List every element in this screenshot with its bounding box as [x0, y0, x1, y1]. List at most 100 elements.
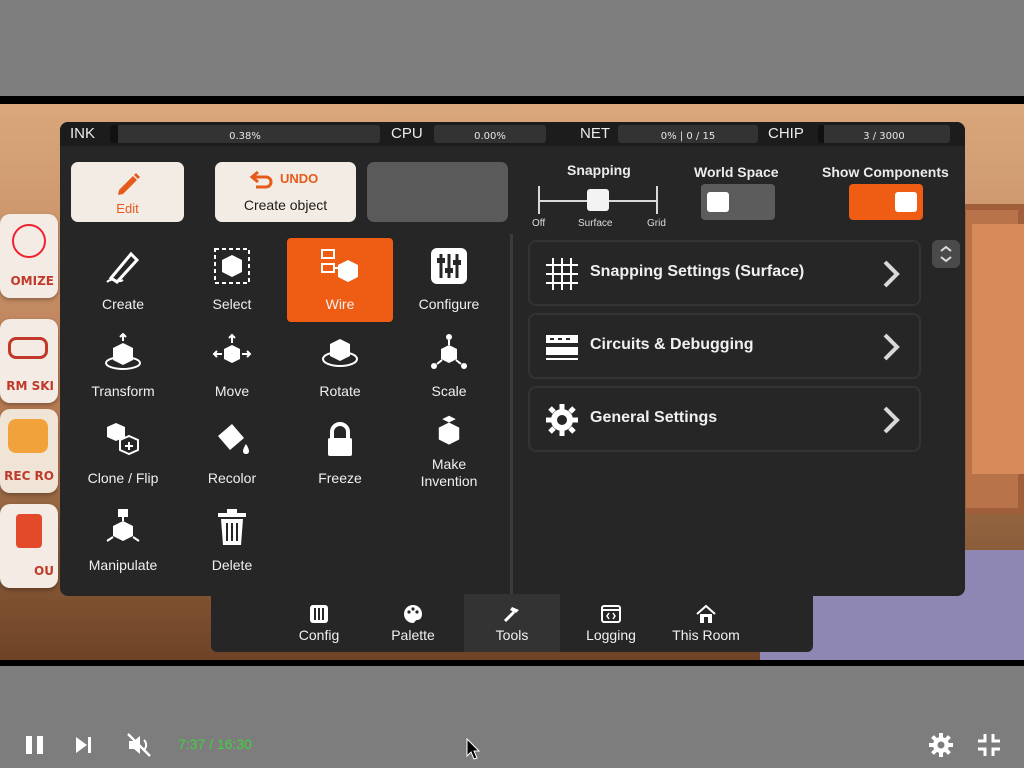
- tool-label: Wire: [325, 296, 355, 312]
- tool-clone-flip[interactable]: Clone / Flip: [70, 412, 176, 496]
- mouse-cursor-icon: [466, 738, 480, 760]
- paint-bucket-icon: [218, 424, 249, 454]
- tool-label: Select: [212, 296, 252, 312]
- maker-pen-panel: INK 0.38% CPU 0.00% NET 0% | 0 / 15 CHIP: [60, 122, 965, 596]
- tool-label: Freeze: [318, 470, 362, 486]
- sliders-icon: [431, 248, 467, 284]
- bottom-tab-bar: Config Palette Tools Logging This Room: [211, 594, 813, 652]
- tool-select[interactable]: Select: [179, 238, 285, 322]
- panel-divider: [510, 234, 513, 594]
- ink-label: INK: [70, 125, 96, 142]
- game-scene: OMIZE RM SKI REC RO OU INK 0.38% CPU 0.0…: [0, 104, 1024, 660]
- exit-fullscreen-icon[interactable]: [974, 730, 1004, 760]
- settings-gear-icon[interactable]: [926, 730, 956, 760]
- tool-delete[interactable]: Delete: [179, 499, 285, 583]
- snapping-option-grid[interactable]: Grid: [647, 218, 666, 229]
- tool-freeze[interactable]: Freeze: [287, 412, 393, 496]
- tab-config[interactable]: Config: [271, 594, 367, 652]
- chevron-right-icon: [883, 260, 900, 288]
- snapping-slider-knob[interactable]: [587, 189, 609, 211]
- tool-label: Make Invention: [420, 456, 478, 489]
- time-display: 7:37 / 16:30: [178, 736, 252, 752]
- tool-label: Transform: [91, 383, 155, 399]
- tab-tools[interactable]: Tools: [464, 594, 560, 652]
- chip-label: CHIP: [768, 125, 804, 142]
- tool-recolor[interactable]: Recolor: [179, 412, 285, 496]
- undo-label: UNDO: [280, 171, 319, 186]
- circuits-debugging-row[interactable]: Circuits & Debugging: [528, 313, 921, 379]
- gear-icon: [546, 404, 578, 436]
- toggle-knob: [895, 192, 917, 212]
- tab-logging[interactable]: Logging: [563, 594, 659, 652]
- world-space-toggle[interactable]: [701, 184, 775, 220]
- snapping-settings-row[interactable]: Snapping Settings (Surface): [528, 240, 921, 306]
- player-controls: 7:37 / 16:30: [0, 666, 1024, 768]
- undo-description: Create object: [243, 197, 328, 213]
- tool-manipulate[interactable]: Manipulate: [70, 499, 176, 583]
- tool-wire[interactable]: Wire: [287, 238, 393, 322]
- setting-label: Circuits & Debugging: [590, 336, 754, 353]
- tool-scale[interactable]: Scale: [396, 325, 502, 409]
- palette-icon: [404, 605, 422, 623]
- edit-button[interactable]: Edit: [71, 162, 184, 222]
- ink-value: 0.38%: [229, 131, 261, 142]
- edit-button-label: Edit: [116, 201, 139, 216]
- pause-icon[interactable]: [20, 730, 50, 760]
- wall-board: [960, 204, 1024, 514]
- side-card-rec-room: REC RO: [0, 409, 58, 493]
- select-cube-icon: [214, 248, 250, 284]
- ink-meter: 0.38%: [110, 125, 380, 143]
- scroll-button[interactable]: [932, 240, 960, 268]
- cpu-value: 0.00%: [474, 131, 506, 142]
- tool-configure[interactable]: Configure: [396, 238, 502, 322]
- tool-create[interactable]: Create: [70, 238, 176, 322]
- video-frame[interactable]: OMIZE RM SKI REC RO OU INK 0.38% CPU 0.0…: [0, 96, 1024, 666]
- home-icon: [696, 604, 716, 623]
- side-card-label: OU: [34, 564, 54, 578]
- tool-label: Scale: [431, 383, 467, 399]
- show-components-toggle[interactable]: [849, 184, 923, 220]
- undo-button[interactable]: UNDO Create object: [215, 162, 356, 222]
- net-value: 0% | 0 / 15: [660, 131, 716, 142]
- setting-label: Snapping Settings (Surface): [590, 263, 805, 280]
- snapping-title: Snapping: [567, 162, 631, 178]
- tab-palette[interactable]: Palette: [365, 594, 461, 652]
- snapping-option-off[interactable]: Off: [532, 218, 545, 229]
- tool-label: Delete: [211, 557, 253, 573]
- general-settings-row[interactable]: General Settings: [528, 386, 921, 452]
- show-components-title: Show Components: [822, 164, 949, 180]
- lock-icon: [328, 422, 352, 456]
- tool-rotate[interactable]: Rotate: [287, 325, 393, 409]
- tool-make-invention[interactable]: Make Invention: [396, 412, 502, 496]
- chevron-right-icon: [883, 406, 900, 434]
- tab-label: Config: [298, 627, 340, 643]
- circuit-icon: [546, 335, 578, 360]
- config-icon: [310, 605, 328, 623]
- scale-icon: [431, 334, 467, 369]
- slider-tick: [538, 186, 540, 214]
- pencil-create-icon: [106, 251, 140, 284]
- tool-label: Move: [214, 383, 250, 399]
- tool-label: Configure: [418, 296, 480, 312]
- manipulate-icon: [106, 509, 140, 542]
- snapping-option-surface[interactable]: Surface: [578, 218, 612, 229]
- world-space-title: World Space: [694, 164, 779, 180]
- tab-this-room[interactable]: This Room: [658, 594, 754, 652]
- tool-transform[interactable]: Transform: [70, 325, 176, 409]
- tool-move[interactable]: Move: [179, 325, 285, 409]
- toggle-knob: [707, 192, 729, 212]
- transform-icon: [105, 333, 141, 370]
- invention-box-icon: [438, 415, 460, 445]
- mute-icon[interactable]: [124, 730, 154, 760]
- cpu-label: CPU: [391, 125, 423, 142]
- chip-value: 3 / 3000: [863, 131, 905, 142]
- tab-label: Tools: [495, 627, 529, 643]
- chip-meter: 3 / 3000: [818, 125, 950, 143]
- tool-label: Rotate: [319, 383, 361, 399]
- side-card-outfits: OU: [0, 504, 58, 588]
- chevron-right-icon: [883, 333, 900, 361]
- next-icon[interactable]: [68, 730, 98, 760]
- tab-label: Palette: [391, 627, 435, 643]
- pencil-icon: [118, 173, 140, 195]
- logging-icon: [601, 605, 621, 623]
